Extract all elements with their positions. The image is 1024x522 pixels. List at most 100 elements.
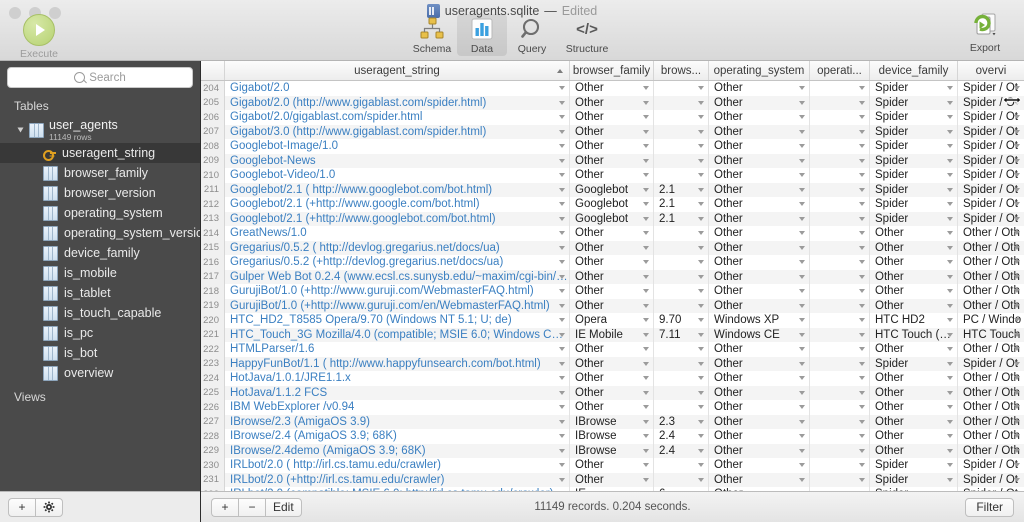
cell-dropdown-icon[interactable] bbox=[1014, 115, 1020, 120]
cell-dfam[interactable]: Spider bbox=[870, 110, 958, 125]
cell-dropdown-icon[interactable] bbox=[947, 318, 953, 323]
cell-bfam[interactable]: Other bbox=[570, 139, 654, 154]
cell-dropdown-icon[interactable] bbox=[859, 274, 865, 279]
cell-bfam[interactable]: Other bbox=[570, 356, 654, 371]
cell-dropdown-icon[interactable] bbox=[799, 477, 805, 482]
cell-dropdown-icon[interactable] bbox=[698, 405, 704, 410]
cell-os[interactable]: Other bbox=[709, 110, 810, 125]
cell-dropdown-icon[interactable] bbox=[799, 289, 805, 294]
cell-dropdown-icon[interactable] bbox=[559, 303, 565, 308]
cell-dropdown-icon[interactable] bbox=[643, 144, 649, 149]
table-row[interactable]: 230 IRLbot/2.0 ( http://irl.cs.tamu.edu/c… bbox=[201, 458, 1024, 473]
cell-dropdown-icon[interactable] bbox=[1014, 361, 1020, 366]
cell-dropdown-icon[interactable] bbox=[1014, 86, 1020, 91]
cell-dropdown-icon[interactable] bbox=[859, 100, 865, 105]
cell-dropdown-icon[interactable] bbox=[698, 260, 704, 265]
cell-osver[interactable] bbox=[810, 153, 870, 168]
cell-dropdown-icon[interactable] bbox=[559, 245, 565, 250]
cell-dropdown-icon[interactable] bbox=[1014, 274, 1020, 279]
cell-dropdown-icon[interactable] bbox=[698, 100, 704, 105]
sidebar-item-is_tablet[interactable]: is_tablet bbox=[0, 283, 200, 303]
cell-dropdown-icon[interactable] bbox=[559, 448, 565, 453]
cell-dropdown-icon[interactable] bbox=[643, 231, 649, 236]
cell-bfam[interactable]: Other bbox=[570, 168, 654, 183]
cell-osver[interactable] bbox=[810, 110, 870, 125]
cell-ua[interactable]: HappyFunBot/1.1 ( http://www.happyfunsea… bbox=[225, 356, 570, 371]
cell-dropdown-icon[interactable] bbox=[799, 173, 805, 178]
cell-overview[interactable]: Spider / Ot bbox=[958, 125, 1024, 140]
cell-bfam[interactable]: Googlebot bbox=[570, 197, 654, 212]
cell-dropdown-icon[interactable] bbox=[643, 158, 649, 163]
cell-dfam[interactable]: Other bbox=[870, 371, 958, 386]
cell-bver[interactable]: 7.11 bbox=[654, 327, 709, 342]
cell-ua[interactable]: IBrowse/2.4 (AmigaOS 3.9; 68K) bbox=[225, 429, 570, 444]
cell-dropdown-icon[interactable] bbox=[559, 361, 565, 366]
cell-dropdown-icon[interactable] bbox=[643, 477, 649, 482]
cell-os[interactable]: Other bbox=[709, 371, 810, 386]
cell-dropdown-icon[interactable] bbox=[799, 361, 805, 366]
cell-dropdown-icon[interactable] bbox=[859, 303, 865, 308]
cell-dropdown-icon[interactable] bbox=[947, 158, 953, 163]
cell-dropdown-icon[interactable] bbox=[643, 216, 649, 221]
table-row[interactable]: 204 Gigabot/2.0 Other Other Spider Spider / O… bbox=[201, 81, 1024, 96]
cell-dropdown-icon[interactable] bbox=[559, 115, 565, 120]
cell-ua[interactable]: Gregarius/0.5.2 ( http://devlog.gregariu… bbox=[225, 240, 570, 255]
cell-dropdown-icon[interactable] bbox=[947, 216, 953, 221]
cell-dfam[interactable]: Spider bbox=[870, 356, 958, 371]
cell-os[interactable]: Other bbox=[709, 356, 810, 371]
cell-overview[interactable]: Spider / Ot bbox=[958, 110, 1024, 125]
cell-os[interactable]: Other bbox=[709, 429, 810, 444]
cell-dropdown-icon[interactable] bbox=[698, 274, 704, 279]
cell-dropdown-icon[interactable] bbox=[698, 173, 704, 178]
cell-bfam[interactable]: Other bbox=[570, 226, 654, 241]
cell-dropdown-icon[interactable] bbox=[799, 303, 805, 308]
cell-dropdown-icon[interactable] bbox=[947, 390, 953, 395]
cell-dropdown-icon[interactable] bbox=[559, 100, 565, 105]
sidebar-item-is_pc[interactable]: is_pc bbox=[0, 323, 200, 343]
cell-bver[interactable] bbox=[654, 269, 709, 284]
cell-bfam[interactable]: Other bbox=[570, 472, 654, 487]
cell-dropdown-icon[interactable] bbox=[643, 434, 649, 439]
cell-dropdown-icon[interactable] bbox=[859, 318, 865, 323]
cell-dropdown-icon[interactable] bbox=[947, 144, 953, 149]
cell-dfam[interactable]: Spider bbox=[870, 139, 958, 154]
cell-overview[interactable]: Other / Oth bbox=[958, 270, 1024, 285]
cell-os[interactable]: Windows XP bbox=[709, 313, 810, 328]
table-row[interactable]: 229 IBrowse/2.4demo (AmigaOS 3.9; 68K) IBr… bbox=[201, 443, 1024, 458]
cell-bfam[interactable]: Other bbox=[570, 269, 654, 284]
table-row[interactable]: 223 HappyFunBot/1.1 ( http://www.happyfun… bbox=[201, 356, 1024, 371]
cell-ua[interactable]: HTC_HD2_T8585 Opera/9.70 (Windows NT 5.1… bbox=[225, 313, 570, 328]
cell-os[interactable]: Other bbox=[709, 139, 810, 154]
cell-dropdown-icon[interactable] bbox=[947, 303, 953, 308]
cell-bver[interactable] bbox=[654, 472, 709, 487]
cell-bver[interactable] bbox=[654, 356, 709, 371]
cell-os[interactable]: Other bbox=[709, 81, 810, 96]
cell-bfam[interactable]: Other bbox=[570, 110, 654, 125]
cell-dropdown-icon[interactable] bbox=[1014, 376, 1020, 381]
cell-ua[interactable]: Gigabot/2.0 (http://www.gigablast.com/sp… bbox=[225, 95, 570, 110]
cell-dropdown-icon[interactable] bbox=[698, 361, 704, 366]
cell-ua[interactable]: GurujiBot/1.0 (+http://www.guruji.com/We… bbox=[225, 284, 570, 299]
cell-overview[interactable]: Other / Oth bbox=[958, 255, 1024, 270]
cell-dropdown-icon[interactable] bbox=[947, 187, 953, 192]
cell-overview[interactable]: Other / Oth bbox=[958, 299, 1024, 314]
cell-os[interactable]: Other bbox=[709, 211, 810, 226]
cell-dropdown-icon[interactable] bbox=[1014, 390, 1020, 395]
sidebar-item-useragent_string[interactable]: useragent_string bbox=[0, 143, 200, 163]
cell-dropdown-icon[interactable] bbox=[799, 202, 805, 207]
cell-dropdown-icon[interactable] bbox=[559, 274, 565, 279]
cell-dropdown-icon[interactable] bbox=[698, 303, 704, 308]
cell-dropdown-icon[interactable] bbox=[947, 376, 953, 381]
cell-ua[interactable]: Googlebot/2.1 (+http://www.googlebot.com… bbox=[225, 211, 570, 226]
cell-osver[interactable] bbox=[810, 400, 870, 415]
cell-os[interactable]: Other bbox=[709, 342, 810, 357]
cell-dropdown-icon[interactable] bbox=[643, 245, 649, 250]
cell-ua[interactable]: IBrowse/2.3 (AmigaOS 3.9) bbox=[225, 414, 570, 429]
cell-dropdown-icon[interactable] bbox=[799, 231, 805, 236]
cell-dropdown-icon[interactable] bbox=[1014, 187, 1020, 192]
cell-os[interactable]: Other bbox=[709, 298, 810, 313]
cell-dfam[interactable]: HTC Touch (3G) bbox=[870, 327, 958, 342]
cell-dfam[interactable]: Spider bbox=[870, 182, 958, 197]
cell-os[interactable]: Other bbox=[709, 182, 810, 197]
cell-dropdown-icon[interactable] bbox=[1014, 129, 1020, 134]
